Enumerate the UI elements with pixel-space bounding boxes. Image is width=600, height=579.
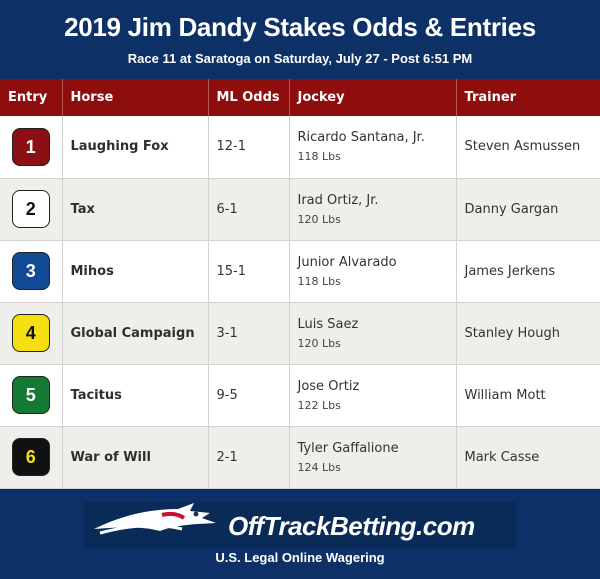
jockey-name: Junior Alvarado <box>297 254 397 270</box>
weight: 124 Lbs <box>297 460 341 474</box>
jockey-cell: Irad Ortiz, Jr. 120 Lbs <box>288 178 456 241</box>
trainer-name: Mark Casse <box>455 426 600 489</box>
footer-banner: OffTrackBetting.com U.S. Legal Online Wa… <box>0 489 600 579</box>
entry-cell: 4 <box>0 302 62 365</box>
logo-wordmark: OffTrackBetting.com <box>228 511 475 541</box>
entries-table: Entry Horse ML Odds Jockey Trainer 1 Lau… <box>0 79 600 489</box>
race-subtitle: Race 11 at Saratoga on Saturday, July 27… <box>127 51 473 66</box>
jockey-name: Irad Ortiz, Jr. <box>297 192 379 208</box>
post-number-badge: 3 <box>11 252 50 290</box>
table-row: 4 Global Campaign 3-1 Luis Saez 120 Lbs S… <box>0 302 600 365</box>
ml-odds: 15-1 <box>207 240 289 303</box>
entry-cell: 1 <box>0 116 62 179</box>
header-banner: 2019 Jim Dandy Stakes Odds & Entries Rac… <box>0 0 600 79</box>
horse-name: Tax <box>61 178 208 241</box>
ml-odds: 3-1 <box>207 302 289 365</box>
ml-odds: 2-1 <box>207 426 289 489</box>
ml-odds: 9-5 <box>207 364 289 427</box>
odds-graphic: 2019 Jim Dandy Stakes Odds & Entries Rac… <box>0 0 600 579</box>
table-row: 5 Tacitus 9-5 Jose Ortiz 122 Lbs William … <box>0 364 600 427</box>
racehorse-logo-icon <box>94 503 216 535</box>
horse-name: Tacitus <box>61 364 208 427</box>
post-number-badge: 2 <box>11 190 50 228</box>
jockey-cell: Ricardo Santana, Jr. 118 Lbs <box>288 116 456 179</box>
post-number-badge: 4 <box>11 314 50 352</box>
post-number-badge: 6 <box>11 438 50 476</box>
table-header: Entry Horse ML Odds Jockey Trainer <box>0 79 600 116</box>
entry-cell: 5 <box>0 364 62 427</box>
horse-name: Mihos <box>61 240 208 303</box>
table-row: 1 Laughing Fox 12-1 Ricardo Santana, Jr.… <box>0 116 600 179</box>
table-row: 2 Tax 6-1 Irad Ortiz, Jr. 120 Lbs Danny G… <box>0 178 600 241</box>
post-number-badge: 1 <box>11 127 50 166</box>
trainer-name: James Jerkens <box>455 240 600 303</box>
weight: 118 Lbs <box>297 150 341 164</box>
col-header-entry: Entry <box>8 90 48 105</box>
col-header-trainer: Trainer <box>455 79 600 116</box>
weight: 122 Lbs <box>297 398 341 412</box>
jockey-name: Jose Ortiz <box>297 378 360 394</box>
jockey-cell: Jose Ortiz 122 Lbs <box>288 364 456 427</box>
page-title: 2019 Jim Dandy Stakes Odds & Entries <box>64 12 536 42</box>
col-header-horse: Horse <box>61 79 208 116</box>
col-header-ml-odds: ML Odds <box>207 79 289 116</box>
jockey-cell: Tyler Gaffalione 124 Lbs <box>288 426 456 489</box>
weight: 120 Lbs <box>297 336 341 350</box>
jockey-name: Ricardo Santana, Jr. <box>297 130 425 146</box>
table-body: 1 Laughing Fox 12-1 Ricardo Santana, Jr.… <box>0 116 600 489</box>
jockey-cell: Junior Alvarado 118 Lbs <box>288 240 456 303</box>
horse-name: Global Campaign <box>61 302 208 365</box>
table-row: 3 Mihos 15-1 Junior Alvarado 118 Lbs Jame… <box>0 240 600 303</box>
weight: 118 Lbs <box>297 274 341 288</box>
col-header-jockey: Jockey <box>288 79 456 116</box>
jockey-name: Tyler Gaffalione <box>297 440 399 456</box>
trainer-name: Steven Asmussen <box>455 116 600 179</box>
ml-odds: 12-1 <box>207 116 289 179</box>
horse-name: Laughing Fox <box>61 116 208 179</box>
entry-cell: 3 <box>0 240 62 303</box>
post-number-badge: 5 <box>11 376 50 414</box>
jockey-name: Luis Saez <box>297 316 359 332</box>
trainer-name: William Mott <box>455 364 600 427</box>
table-row: 6 War of Will 2-1 Tyler Gaffalione 124 Lb… <box>0 426 600 489</box>
entry-cell: 2 <box>0 178 62 241</box>
horse-name: War of Will <box>61 426 208 489</box>
header-row: Entry Horse ML Odds Jockey Trainer <box>0 79 600 116</box>
trainer-name: Danny Gargan <box>455 178 600 241</box>
entry-cell: 6 <box>0 426 62 489</box>
trainer-name: Stanley Hough <box>455 302 600 365</box>
ml-odds: 6-1 <box>207 178 289 241</box>
weight: 120 Lbs <box>297 212 341 226</box>
jockey-cell: Luis Saez 120 Lbs <box>288 302 456 365</box>
tagline: U.S. Legal Online Wagering <box>215 550 385 565</box>
